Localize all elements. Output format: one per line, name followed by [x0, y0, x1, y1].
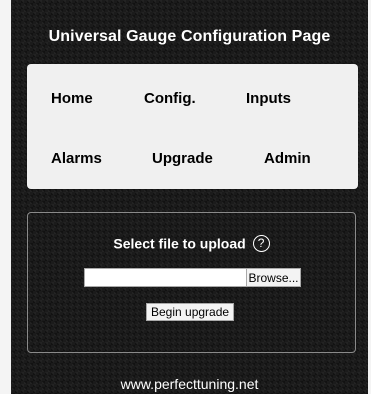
- file-path-field[interactable]: [84, 268, 246, 287]
- footer-website-link[interactable]: www.perfecttuning.net: [11, 376, 368, 392]
- help-icon[interactable]: ?: [252, 234, 270, 252]
- nav-item-home[interactable]: Home: [51, 90, 93, 107]
- nav-item-config[interactable]: Config.: [144, 90, 196, 107]
- nav-panel: Home Config. Inputs Alarms Upgrade Admin: [27, 64, 358, 189]
- browse-button[interactable]: Browse...: [246, 268, 301, 287]
- page-left-edge: [0, 0, 11, 394]
- upload-panel: Select file to upload ? Browse... Begin …: [27, 212, 356, 353]
- nav-item-inputs[interactable]: Inputs: [246, 90, 291, 107]
- page-title: Universal Gauge Configuration Page: [48, 28, 331, 45]
- upload-heading: Select file to upload ?: [28, 234, 355, 252]
- nav-item-upgrade[interactable]: Upgrade: [152, 150, 213, 167]
- file-input: Browse...: [84, 268, 301, 287]
- begin-upgrade-button[interactable]: Begin upgrade: [146, 303, 235, 321]
- nav-item-admin[interactable]: Admin: [264, 150, 311, 167]
- upload-heading-label: Select file to upload: [113, 235, 246, 252]
- nav-item-alarms[interactable]: Alarms: [51, 150, 102, 167]
